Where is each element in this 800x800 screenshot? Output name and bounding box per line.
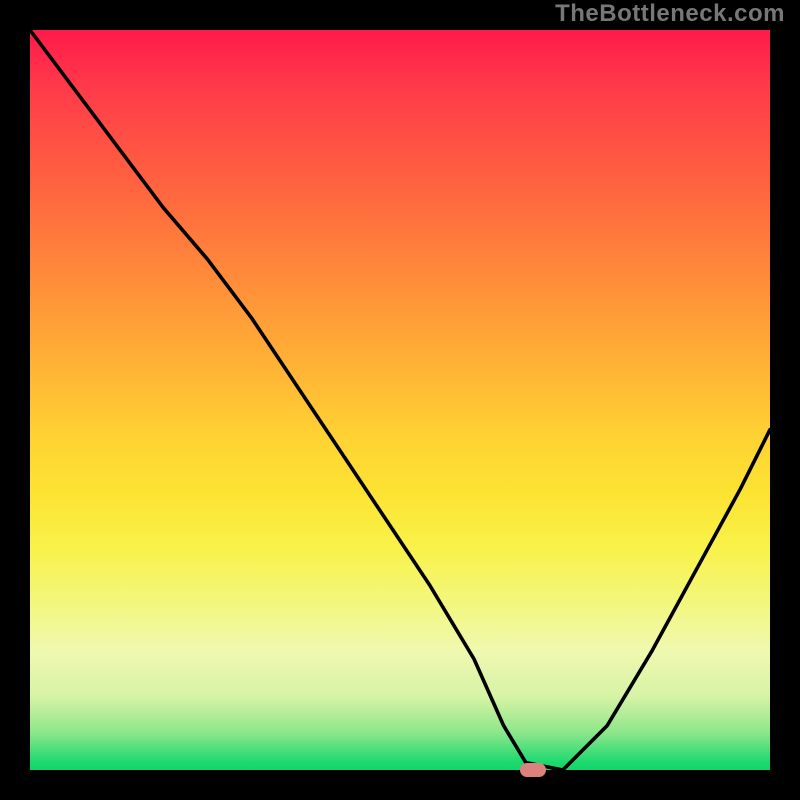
bottleneck-curve (30, 30, 770, 770)
plot-area (30, 30, 770, 770)
chart-container: TheBottleneck.com (0, 0, 800, 800)
watermark-text: TheBottleneck.com (555, 0, 785, 28)
optimal-point-marker (520, 763, 546, 777)
curve-svg (30, 30, 770, 770)
